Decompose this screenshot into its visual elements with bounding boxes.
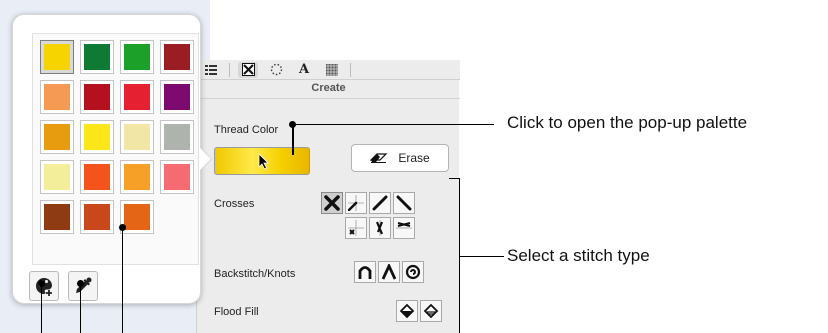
full-cross-stitch-button[interactable] (321, 192, 343, 214)
callout-line (292, 124, 494, 125)
color-swatch-fill (84, 164, 110, 190)
callout-line (80, 283, 81, 333)
color-swatch[interactable] (40, 120, 74, 154)
color-swatch-fill (124, 164, 150, 190)
flood-fill-label: Flood Fill (214, 306, 259, 318)
thread-color-label: Thread Color (214, 124, 279, 136)
cross-stitch-tool-icon[interactable] (238, 61, 258, 78)
list-icon[interactable] (201, 62, 221, 78)
color-swatch-fill (44, 84, 70, 110)
color-swatch[interactable] (120, 40, 154, 74)
divider (197, 98, 460, 99)
erase-label: Erase (398, 151, 430, 165)
toolbar-divider (350, 62, 351, 77)
color-swatch[interactable] (40, 80, 74, 114)
callout-line (41, 283, 42, 333)
create-panel: A Create Thread Color Erase Crosses Back… (196, 60, 460, 333)
color-swatch-fill (124, 124, 150, 150)
callout-line (459, 256, 504, 257)
color-swatch-fill (44, 124, 70, 150)
eyedropper-button[interactable] (68, 271, 98, 301)
color-swatch[interactable] (80, 200, 114, 234)
color-swatch[interactable] (160, 160, 194, 194)
flood-fill-partial-button[interactable] (420, 300, 442, 322)
half-stitch-forward-button[interactable] (369, 192, 391, 214)
color-swatch-fill (84, 84, 110, 110)
petite-stitch-button[interactable] (345, 217, 367, 239)
color-swatch-fill (84, 44, 110, 70)
color-swatch[interactable] (160, 80, 194, 114)
popover-arrow (199, 147, 211, 171)
backstitch-arch-button[interactable] (354, 261, 376, 283)
color-swatch-fill (164, 124, 190, 150)
color-swatch[interactable] (80, 80, 114, 114)
color-swatch-grid (32, 33, 199, 265)
color-swatch[interactable] (80, 160, 114, 194)
color-swatch-fill (84, 204, 110, 230)
dotted-circle-icon[interactable] (266, 62, 286, 78)
palette-add-icon (36, 278, 52, 296)
color-swatch[interactable] (40, 200, 74, 234)
backstitch-line-button[interactable] (378, 261, 400, 283)
color-swatch-fill (44, 44, 70, 70)
color-swatch-fill (164, 164, 190, 190)
color-swatch[interactable] (160, 120, 194, 154)
color-swatch[interactable] (80, 120, 114, 154)
callout-stitch-type: Select a stitch type (507, 246, 650, 265)
pointer-cursor-icon (258, 153, 270, 175)
backstitch-knots-label: Backstitch/Knots (214, 268, 296, 280)
panel-title: Create (311, 82, 346, 94)
toolbar-divider (229, 62, 230, 77)
pattern-fill-icon[interactable] (322, 62, 342, 78)
callout-line (122, 227, 123, 333)
color-swatch[interactable] (120, 160, 154, 194)
quarter-stitch-button[interactable] (345, 192, 367, 214)
color-swatch-fill (44, 164, 70, 190)
add-palette-button[interactable] (29, 271, 59, 301)
half-cross-stitch-button[interactable] (393, 217, 415, 239)
color-swatch-fill (164, 44, 190, 70)
color-swatch[interactable] (40, 40, 74, 74)
color-swatch-fill (164, 84, 190, 110)
callout-open-palette: Click to open the pop-up palette (507, 113, 748, 132)
color-swatch[interactable] (80, 40, 114, 74)
panel-toolbar: A (197, 60, 460, 80)
color-swatch-fill (124, 44, 150, 70)
color-swatch-fill (124, 204, 150, 230)
callout-line (292, 124, 294, 155)
color-swatch-fill (124, 84, 150, 110)
three-quarter-stitch-button[interactable] (369, 217, 391, 239)
color-swatch[interactable] (120, 80, 154, 114)
half-stitch-back-button[interactable] (393, 192, 415, 214)
erase-button[interactable]: Erase (351, 144, 449, 172)
color-palette-popover (12, 14, 201, 304)
color-swatch[interactable] (120, 120, 154, 154)
color-swatch-fill (84, 124, 110, 150)
color-swatch[interactable] (160, 40, 194, 74)
flood-fill-button[interactable] (396, 300, 418, 322)
french-knot-button[interactable] (402, 261, 424, 283)
text-tool-icon[interactable]: A (294, 62, 314, 78)
eyedropper-icon (76, 277, 92, 293)
color-swatch-fill (44, 204, 70, 230)
crosses-label: Crosses (214, 198, 255, 210)
eraser-icon (370, 153, 388, 163)
color-swatch[interactable] (40, 160, 74, 194)
